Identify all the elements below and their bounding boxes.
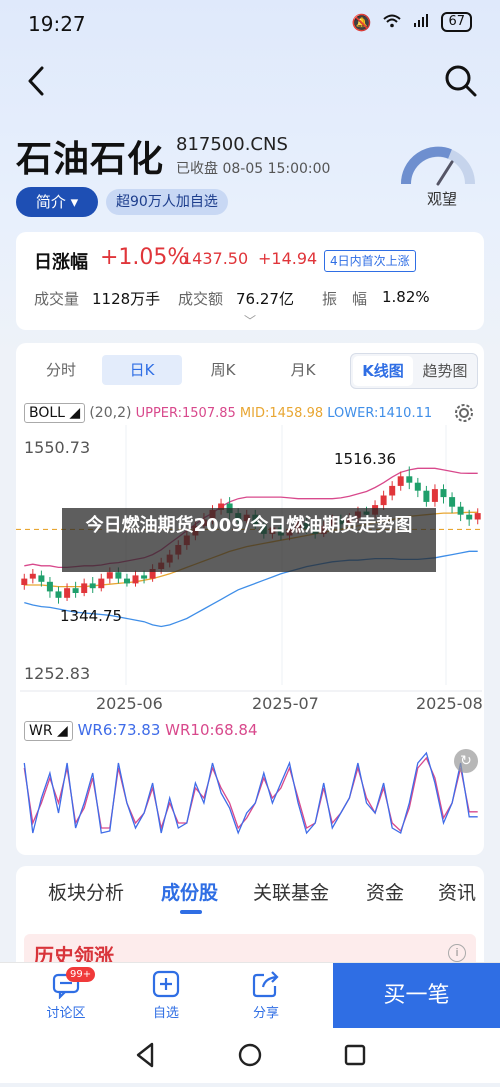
candle-body <box>89 583 96 589</box>
candle-body <box>64 588 71 598</box>
discuss-label: 讨论区 <box>46 1006 86 1021</box>
candle-body <box>98 578 105 589</box>
wr-name-text: WR <box>29 723 53 739</box>
candle-body <box>389 485 396 496</box>
stock-code: 817500.CNS <box>176 134 288 155</box>
market-status: 已收盘 08-05 15:00:00 <box>176 161 331 177</box>
battery-icon: 67 <box>441 12 472 32</box>
candle-body <box>124 578 130 584</box>
tab-sector-analysis[interactable]: 板块分析 <box>48 878 124 905</box>
amount-value: 76.27亿 <box>236 290 294 308</box>
candle-body <box>406 476 413 483</box>
expand-chevron-icon[interactable]: ﹀ <box>244 312 256 329</box>
wr10-line <box>23 756 478 833</box>
status-bar: 19:27 🔕 67 <box>0 0 500 46</box>
signal-icon <box>413 13 429 32</box>
wr-legend: WR ◢ WR6:73.83 WR10:68.84 <box>24 721 258 741</box>
title-overlay: 今日燃油期货2009/今日燃油期货走势图 <box>62 508 436 572</box>
x-tick-july: 2025-07 <box>252 694 319 713</box>
buy-button[interactable]: 买一笔 <box>333 963 500 1029</box>
quote-card: 日涨幅 +1.05% 1437.50 +14.94 4日内首次上涨 成交量 11… <box>16 232 484 330</box>
tab-capital[interactable]: 资金 <box>366 878 404 905</box>
discuss-badge: 99+ <box>66 967 96 982</box>
wr6-value: WR6:73.83 <box>77 721 161 739</box>
tab-constituents[interactable]: 成份股 <box>161 878 218 905</box>
last-price: 1437.50 <box>182 249 249 268</box>
wr10-value: WR10:68.84 <box>165 721 258 739</box>
tab-related-funds[interactable]: 关联基金 <box>253 878 329 905</box>
amplitude-value: 1.82% <box>382 288 430 306</box>
candle-body <box>431 489 438 502</box>
y-tick-bottom: 1252.83 <box>24 664 90 683</box>
amount-label: 成交额 <box>178 290 224 308</box>
x-tick-june: 2025-06 <box>96 694 163 713</box>
candle-body <box>21 578 28 585</box>
candle-body <box>55 591 62 598</box>
volume-value: 1128万手 <box>92 290 161 308</box>
candle-body <box>466 514 473 520</box>
nav-home-icon[interactable] <box>238 1043 262 1067</box>
share-button[interactable]: 分享 <box>236 969 296 1021</box>
high-label: 1516.36 <box>334 450 396 468</box>
candle-body <box>397 476 404 486</box>
watch-count-badge[interactable]: 超90万人加自选 <box>106 189 228 215</box>
kline-chart[interactable]: 1550.73 1252.83 2025-06 2025-07 2025-08 … <box>16 343 484 855</box>
back-icon[interactable] <box>22 64 52 98</box>
status-icons: 🔕 67 <box>352 12 472 32</box>
daily-change-pct: +1.05% <box>100 245 189 270</box>
candle-body <box>72 588 79 593</box>
refresh-icon[interactable]: ↻ <box>454 749 478 773</box>
plus-square-icon <box>151 969 181 999</box>
intro-label: 简介 <box>35 193 66 211</box>
share-label: 分享 <box>252 1006 279 1021</box>
discuss-button[interactable]: 99+ 讨论区 <box>36 967 96 1021</box>
streak-badge: 4日内首次上涨 <box>324 250 416 272</box>
candle-body <box>440 489 447 498</box>
amplitude-label: 振 幅 <box>322 290 368 308</box>
wifi-icon <box>383 13 402 32</box>
candle-body <box>380 495 387 506</box>
y-tick-top: 1550.73 <box>24 438 90 457</box>
x-tick-aug: 2025-08 <box>416 694 483 713</box>
candle-body <box>106 572 113 579</box>
watch-label: 自选 <box>152 1006 179 1021</box>
search-icon[interactable] <box>444 64 478 98</box>
add-watch-button[interactable]: 自选 <box>136 969 196 1021</box>
nav-back-icon[interactable] <box>136 1042 154 1068</box>
tab-news[interactable]: 资讯 <box>438 878 476 905</box>
candle-body <box>474 513 481 520</box>
candle-body <box>46 581 53 592</box>
candle-body <box>414 482 421 491</box>
candle-body <box>81 583 88 593</box>
candle-body <box>29 573 36 579</box>
stock-name: 石油石化 <box>16 139 165 180</box>
status-time: 19:27 <box>28 12 86 36</box>
wr-indicator-name[interactable]: WR ◢ <box>24 721 73 741</box>
mute-icon: 🔕 <box>351 12 372 32</box>
candle-body <box>423 490 430 502</box>
candle-body <box>132 575 139 584</box>
chevron-down-icon: ▾ <box>70 193 79 211</box>
price-change: +14.94 <box>258 249 318 268</box>
candle-body <box>38 575 45 582</box>
info-icon[interactable]: i <box>448 944 466 962</box>
intro-button[interactable]: 简介 ▾ <box>16 187 98 217</box>
candle-body <box>115 572 122 579</box>
chart-card: 分时 日K 周K 月K K线图 趋势图 BOLL ◢ (20,2) UPPER:… <box>16 343 484 855</box>
daily-change-label: 日涨幅 <box>34 252 88 273</box>
system-nav-bar <box>0 1028 500 1083</box>
candle-body <box>141 575 148 579</box>
candle-body <box>449 497 456 507</box>
bottom-action-bar: 99+ 讨论区 自选 分享 买一笔 <box>0 962 500 1029</box>
share-icon <box>251 969 281 999</box>
candle-body <box>457 506 464 515</box>
low-label: 1344.75 <box>60 607 122 625</box>
active-tab-indicator <box>180 910 202 914</box>
nav-recents-icon[interactable] <box>344 1044 366 1066</box>
sentiment-label: 观望 <box>427 190 458 208</box>
wr6-line <box>23 751 478 835</box>
volume-label: 成交量 <box>34 290 80 308</box>
